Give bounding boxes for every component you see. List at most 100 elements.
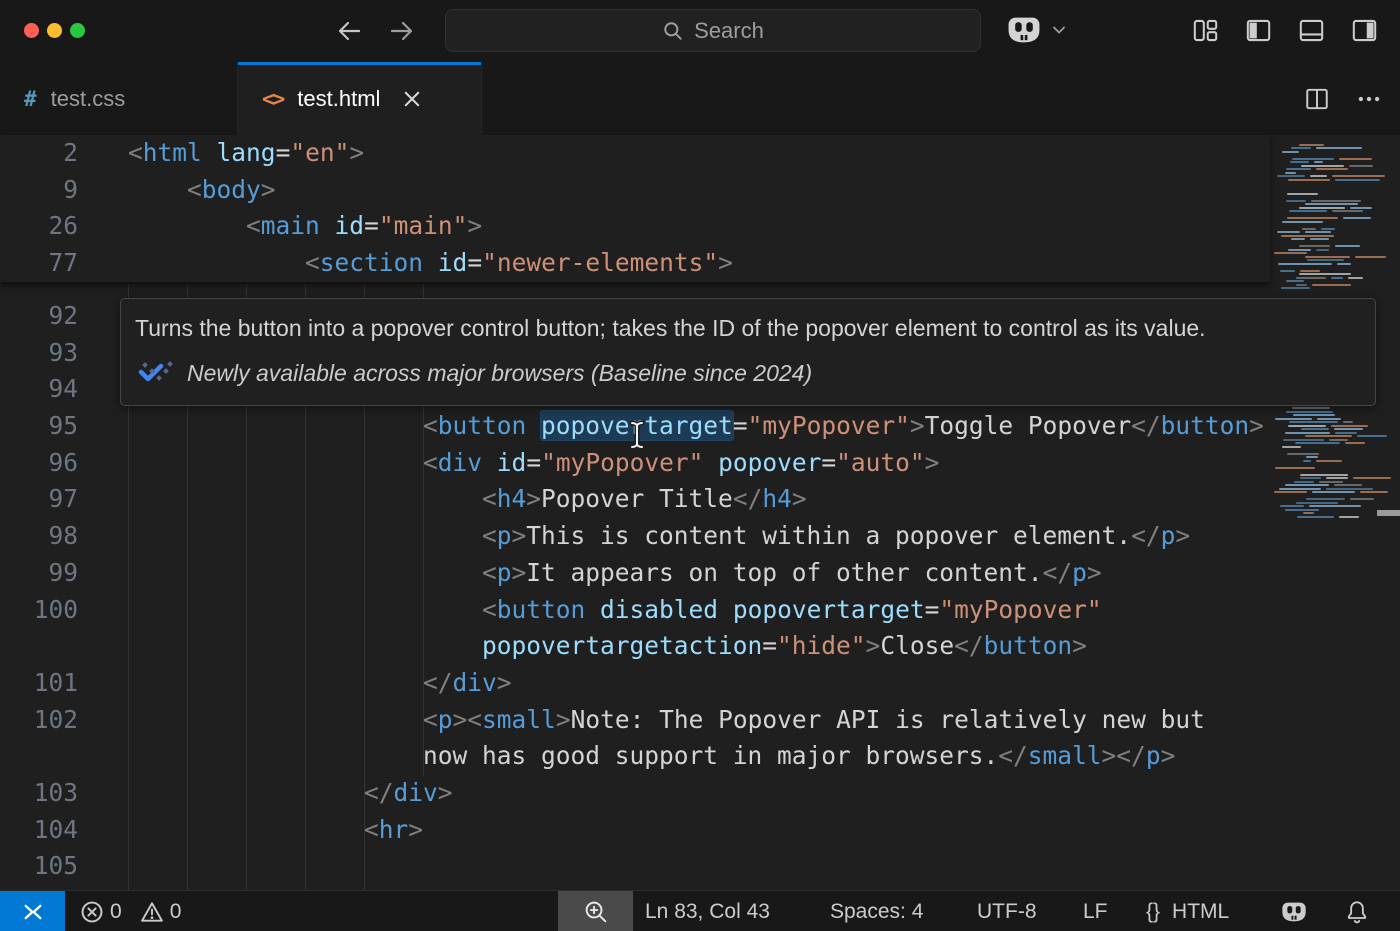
minimap-line <box>1339 158 1372 160</box>
search-label: Search <box>694 18 764 44</box>
code-line[interactable] <box>78 848 128 885</box>
minimap-line <box>1286 200 1306 202</box>
code-line[interactable]: <p>It appears on top of other content.</… <box>78 555 1102 592</box>
minimap-line <box>1312 491 1354 493</box>
line-number: 93 <box>0 335 78 372</box>
minimap-line <box>1332 175 1386 177</box>
line-number: 2 <box>0 135 78 172</box>
close-tab-icon[interactable] <box>402 89 422 109</box>
language-mode[interactable]: {} HTML <box>1146 891 1229 931</box>
line-number: 102 <box>0 702 78 739</box>
copilot-menu[interactable] <box>1005 13 1067 47</box>
minimap-line <box>1282 446 1301 448</box>
code-line[interactable]: </div> <box>78 775 453 812</box>
minimap-line <box>1310 238 1328 240</box>
minimap-line <box>1301 428 1329 430</box>
minimap-line <box>1296 277 1327 279</box>
minimap-line <box>1343 217 1371 219</box>
minimap[interactable] <box>1270 135 1400 890</box>
minimap-line <box>1316 460 1342 462</box>
encoding-setting[interactable]: UTF-8 <box>977 891 1037 931</box>
indentation-setting[interactable]: Spaces: 4 <box>830 891 923 931</box>
minimap-line <box>1274 252 1307 254</box>
line-number: 9 <box>0 172 78 209</box>
more-actions-icon[interactable] <box>1356 86 1382 112</box>
minimap-line <box>1335 432 1357 434</box>
minimap-line <box>1296 284 1307 286</box>
code-row: popovertargetaction="hide">Close</button… <box>0 628 1270 665</box>
copilot-icon <box>1280 899 1308 925</box>
maximize-window-button[interactable] <box>70 23 85 38</box>
customize-layout-icon[interactable] <box>1192 17 1219 44</box>
minimap-line <box>1292 158 1334 160</box>
tab-label: test.html <box>297 86 380 112</box>
line-number: 26 <box>0 208 78 245</box>
code-line[interactable]: now has good support in major browsers.<… <box>78 738 1175 775</box>
layout-controls <box>1192 17 1378 44</box>
minimap-line <box>1278 263 1332 265</box>
code-line[interactable]: <body> <box>78 172 276 209</box>
line-number: 101 <box>0 665 78 702</box>
cursor-position[interactable]: Ln 83, Col 43 <box>645 891 770 931</box>
back-arrow-icon[interactable] <box>335 17 363 45</box>
minimap-line <box>1349 165 1373 167</box>
line-number: 77 <box>0 245 78 282</box>
tab-test-html[interactable]: <> test.html <box>238 62 482 135</box>
minimap-line <box>1316 249 1329 251</box>
notifications-bell[interactable] <box>1344 891 1370 931</box>
minimap-line <box>1305 435 1352 437</box>
zoom-status-button[interactable] <box>558 891 633 931</box>
code-row: 96<div id="myPopover" popover="auto"> <box>0 445 1270 482</box>
code-line[interactable]: <p>This is content within a popover elem… <box>78 518 1190 555</box>
hover-tooltip: Turns the button into a popover control … <box>120 298 1376 406</box>
minimap-line <box>1334 428 1362 430</box>
split-editor-icon[interactable] <box>1304 86 1330 112</box>
search-input[interactable]: Search <box>445 9 981 52</box>
minimap-line <box>1317 418 1340 420</box>
tab-test-css[interactable]: # test.css <box>0 62 238 135</box>
code-line[interactable]: <h4>Popover Title</h4> <box>78 481 807 518</box>
copilot-status[interactable] <box>1280 891 1308 931</box>
problems-indicator[interactable]: 0 0 <box>80 891 181 931</box>
close-window-button[interactable] <box>24 23 39 38</box>
minimap-line <box>1314 161 1323 163</box>
eol-setting[interactable]: LF <box>1083 891 1108 931</box>
minimap-line <box>1289 421 1338 423</box>
minimap-line <box>1299 245 1331 247</box>
code-line[interactable]: <main id="main"> <box>78 208 482 245</box>
editor-actions <box>1304 62 1382 135</box>
toggle-sidebar-right-icon[interactable] <box>1351 17 1378 44</box>
minimap-line <box>1287 193 1318 195</box>
minimap-line <box>1303 460 1311 462</box>
line-number: 94 <box>0 371 78 408</box>
minimap-line <box>1348 277 1363 279</box>
code-row: 26<main id="main"> <box>0 208 1270 245</box>
code-line[interactable]: <p><small>Note: The Popover API is relat… <box>78 702 1205 739</box>
vscode-window: Search <box>0 0 1400 931</box>
forward-arrow-icon[interactable] <box>388 17 416 45</box>
code-row: 77<section id="newer-elements"> <box>0 245 1270 282</box>
code-line[interactable]: <hr> <box>78 812 423 849</box>
minimap-line <box>1360 491 1389 493</box>
minimap-line <box>1286 411 1333 413</box>
code-line[interactable]: <button popovertarget="myPopover">Toggle… <box>78 408 1264 445</box>
minimap-line <box>1303 512 1314 514</box>
toggle-panel-icon[interactable] <box>1298 17 1325 44</box>
code-line[interactable]: <div id="myPopover" popover="auto"> <box>78 445 939 482</box>
remote-indicator[interactable] <box>0 891 65 931</box>
code-line[interactable]: popovertargetaction="hide">Close</button… <box>78 628 1087 665</box>
code-line[interactable]: <section id="newer-elements"> <box>78 245 733 282</box>
code-line[interactable]: <html lang="en"> <box>78 135 364 172</box>
minimap-line <box>1288 249 1311 251</box>
minimap-line <box>1335 245 1360 247</box>
toggle-sidebar-left-icon[interactable] <box>1245 17 1272 44</box>
minimap-line <box>1285 484 1329 486</box>
line-number: 95 <box>0 408 78 445</box>
minimize-window-button[interactable] <box>47 23 62 38</box>
code-row: 105 <box>0 848 1270 885</box>
code-line[interactable]: </div> <box>78 665 512 702</box>
sticky-scroll[interactable]: 2<html lang="en">9<body>26<main id="main… <box>0 135 1270 282</box>
minimap-line <box>1299 144 1324 146</box>
code-line[interactable]: <button disabled popovertarget="myPopove… <box>78 592 1102 629</box>
minimap-line <box>1283 439 1325 441</box>
